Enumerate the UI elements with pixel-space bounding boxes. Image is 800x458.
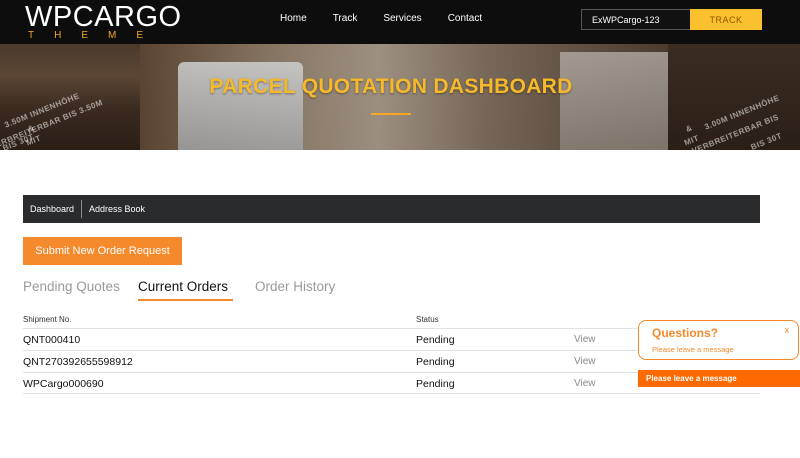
- tracking-number-input[interactable]: [581, 9, 691, 30]
- page-title: PARCEL QUOTATION DASHBOARD: [209, 75, 573, 98]
- nav-track[interactable]: Track: [333, 13, 358, 24]
- building-image: [560, 52, 670, 150]
- table-bottom-border: [23, 393, 760, 394]
- dashboard-nav: Dashboard Address Book: [23, 195, 760, 223]
- top-header: WPCARGO THEME Home Track Services Contac…: [0, 0, 800, 44]
- nav-services[interactable]: Services: [383, 13, 421, 24]
- view-link[interactable]: View: [574, 378, 596, 389]
- active-tab-indicator: [138, 299, 233, 301]
- tab-pending-quotes[interactable]: Pending Quotes: [23, 279, 120, 294]
- nav-home[interactable]: Home: [280, 13, 307, 24]
- shipment-number: WPCargo000690: [23, 378, 104, 390]
- status-value: Pending: [416, 334, 455, 346]
- chat-launcher-bar[interactable]: Please leave a message: [638, 370, 800, 387]
- view-link[interactable]: View: [574, 334, 596, 345]
- column-header-shipment: Shipment No.: [23, 315, 72, 324]
- site-logo[interactable]: WPCARGO THEME: [25, 1, 182, 41]
- shipment-number: QNT270392655598912: [23, 356, 133, 368]
- chat-popup[interactable]: Questions? Please leave a message x: [638, 320, 799, 360]
- chat-close-icon[interactable]: x: [785, 325, 790, 335]
- status-value: Pending: [416, 356, 455, 368]
- main-nav: Home Track Services Contact: [280, 13, 508, 24]
- column-header-status: Status: [416, 315, 439, 324]
- nav-contact[interactable]: Contact: [448, 13, 482, 24]
- shipment-number: QNT000410: [23, 334, 81, 346]
- address-book-link[interactable]: Address Book: [82, 204, 152, 214]
- dashboard-link[interactable]: Dashboard: [23, 204, 81, 214]
- logo-sub-text: THEME: [28, 30, 163, 41]
- submit-new-order-button[interactable]: Submit New Order Request: [23, 237, 182, 265]
- tab-order-history[interactable]: Order History: [255, 279, 335, 294]
- chat-title: Questions?: [652, 326, 719, 340]
- logo-main-text: WPCARGO: [25, 1, 182, 33]
- hero-banner: 3.50M INNENHÖHE & ERBREITERBAR BIS 3.50M…: [0, 44, 800, 150]
- tab-current-orders[interactable]: Current Orders: [138, 279, 228, 294]
- view-link[interactable]: View: [574, 356, 596, 367]
- track-button[interactable]: TRACK: [690, 9, 762, 30]
- title-underline: [371, 113, 411, 115]
- status-value: Pending: [416, 378, 455, 390]
- chat-subtitle[interactable]: Please leave a message: [652, 345, 734, 354]
